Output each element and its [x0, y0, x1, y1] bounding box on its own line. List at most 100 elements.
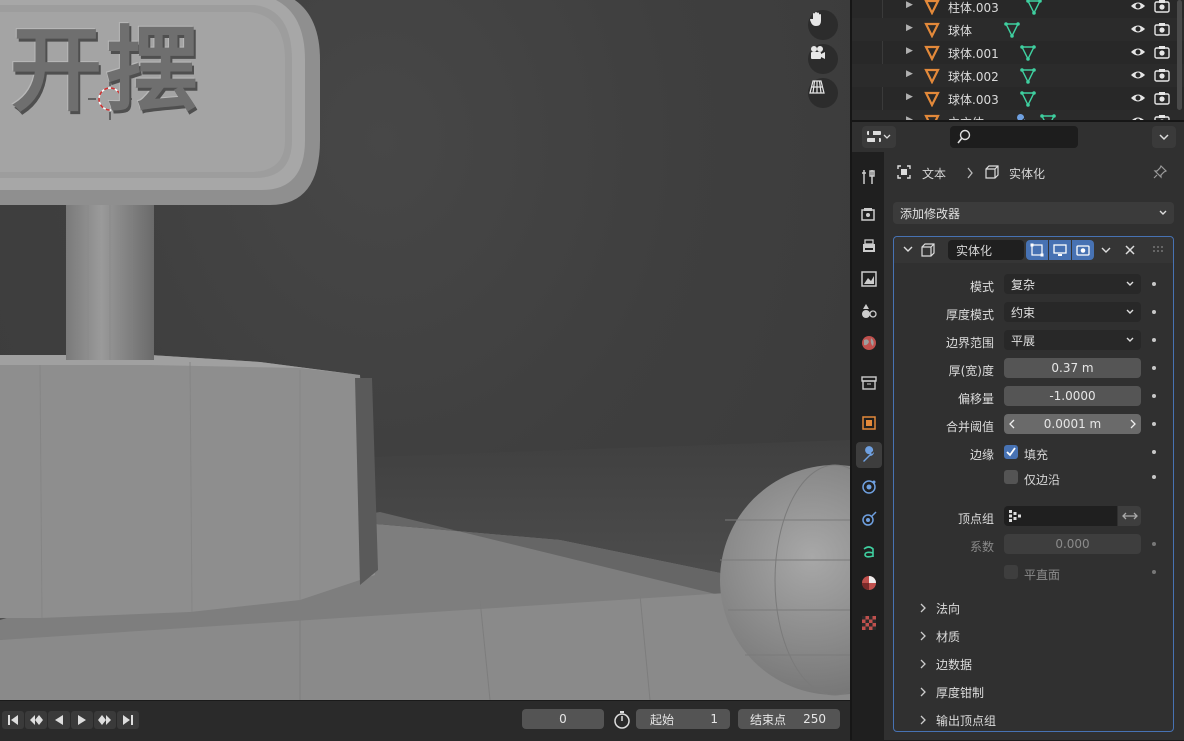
current-frame-field[interactable]: 0	[522, 709, 604, 729]
viewport-display-toggle[interactable]	[1049, 240, 1071, 260]
outliner-row[interactable]: ▶立方体	[852, 110, 1184, 120]
merge-threshold-field[interactable]: 0.0001 m	[1004, 414, 1141, 434]
increment-arrow-icon[interactable]	[1129, 419, 1137, 429]
keyframe-dot[interactable]	[1152, 366, 1156, 370]
subpanel-header[interactable]: 厚度钳制	[918, 682, 984, 702]
outliner-row[interactable]: ▶ 球体.003	[852, 87, 1184, 110]
rim-only-checkbox[interactable]	[1004, 470, 1018, 484]
options-dropdown-button[interactable]	[1152, 126, 1176, 148]
render-toggle[interactable]	[1072, 240, 1094, 260]
collapse-chevron-icon[interactable]	[902, 245, 914, 255]
add-modifier-dropdown[interactable]: 添加修改器	[893, 202, 1174, 224]
expand-arrow-icon[interactable]: ▶	[906, 0, 913, 10]
vertex-group-input[interactable]	[1004, 506, 1117, 526]
keyframe-dot[interactable]	[1152, 422, 1156, 426]
tab-modifiers[interactable]	[856, 442, 882, 468]
eye-icon[interactable]	[1130, 22, 1146, 36]
tab-material[interactable]	[856, 570, 882, 596]
tab-view-layer[interactable]	[856, 266, 882, 292]
mesh-data-icon[interactable]	[1020, 67, 1036, 85]
keyframe-dot[interactable]	[1152, 310, 1156, 314]
subpanel-header[interactable]: 法向	[918, 598, 960, 618]
mesh-data-icon[interactable]	[1020, 90, 1036, 108]
close-icon[interactable]	[1124, 244, 1136, 256]
eye-icon[interactable]	[1130, 45, 1146, 59]
modifier-name-input[interactable]: 实体化	[948, 240, 1024, 260]
outliner-row[interactable]: ▶ 球体.001	[852, 41, 1184, 64]
keyframe-dot[interactable]	[1152, 394, 1156, 398]
subpanel-header[interactable]: 边数据	[918, 654, 972, 674]
edit-mode-toggle[interactable]	[1026, 240, 1048, 260]
factor-field[interactable]: 0.000	[1004, 534, 1141, 554]
perspective-toggle-button[interactable]	[808, 78, 838, 108]
drag-handle-icon[interactable]	[1152, 245, 1164, 253]
jump-end-button[interactable]	[117, 711, 139, 729]
tab-scene[interactable]	[856, 298, 882, 324]
pin-icon[interactable]	[1152, 164, 1168, 180]
thickness-field[interactable]: 0.37 m	[1004, 358, 1141, 378]
eye-icon[interactable]	[1130, 68, 1146, 82]
thickness-mode-dropdown[interactable]: 约束	[1004, 302, 1141, 322]
expand-arrow-icon[interactable]: ▶	[906, 92, 913, 102]
mesh-data-icon[interactable]	[1040, 113, 1056, 120]
keyframe-dot[interactable]	[1152, 570, 1156, 574]
chevron-down-icon[interactable]	[1100, 246, 1112, 256]
end-frame-field[interactable]: 结束点 250	[738, 709, 840, 729]
camera-view-button[interactable]	[808, 44, 838, 74]
invert-vertex-group-toggle[interactable]	[1118, 506, 1141, 526]
offset-field[interactable]: -1.0000	[1004, 386, 1141, 406]
tab-texture[interactable]	[856, 610, 882, 636]
keyframe-dot[interactable]	[1152, 450, 1156, 454]
thickness-mode-value: 约束	[1011, 305, 1036, 320]
camera-icon[interactable]	[1154, 0, 1170, 13]
tab-object[interactable]	[856, 410, 882, 436]
next-keyframe-button[interactable]	[94, 711, 116, 729]
camera-icon[interactable]	[1154, 22, 1170, 36]
play-button[interactable]	[71, 711, 93, 729]
tab-world[interactable]	[856, 330, 882, 356]
subpanel-header[interactable]: 材质	[918, 626, 960, 646]
tab-physics[interactable]	[856, 506, 882, 532]
tab-collection[interactable]	[856, 370, 882, 396]
properties-search-input[interactable]	[950, 126, 1078, 148]
tab-particles[interactable]	[856, 474, 882, 500]
pan-view-button[interactable]	[808, 10, 838, 40]
jump-start-button[interactable]	[2, 711, 24, 729]
outliner-row[interactable]: ▶ 球体.002	[852, 64, 1184, 87]
mode-dropdown[interactable]: 复杂	[1004, 274, 1141, 294]
start-frame-field[interactable]: 起始 1	[636, 709, 730, 729]
eye-icon[interactable]	[1130, 0, 1146, 13]
eye-icon[interactable]	[1130, 91, 1146, 105]
keyframe-dot[interactable]	[1152, 282, 1156, 286]
keyframe-dot[interactable]	[1152, 475, 1156, 479]
camera-icon[interactable]	[1154, 45, 1170, 59]
outliner-row[interactable]: ▶ 球体	[852, 18, 1184, 41]
tab-output[interactable]	[856, 234, 882, 260]
decrement-arrow-icon[interactable]	[1008, 419, 1016, 429]
expand-arrow-icon[interactable]: ▶	[906, 23, 913, 33]
fill-rim-checkbox[interactable]	[1004, 445, 1018, 459]
tab-object-data[interactable]	[856, 538, 882, 564]
mesh-data-icon[interactable]	[1026, 0, 1042, 16]
flat-faces-checkbox[interactable]	[1004, 565, 1018, 579]
subpanel-label: 法向	[936, 601, 961, 616]
auto-keying-button[interactable]	[612, 710, 632, 733]
keyframe-dot[interactable]	[1152, 542, 1156, 546]
camera-icon[interactable]	[1154, 91, 1170, 105]
outliner-scrollbar[interactable]	[1177, 0, 1182, 110]
mesh-data-icon[interactable]	[1020, 44, 1036, 62]
camera-icon[interactable]	[1154, 68, 1170, 82]
prev-keyframe-button[interactable]	[25, 711, 47, 729]
mesh-data-icon[interactable]	[1004, 21, 1020, 39]
subpanel-header[interactable]: 输出顶点组	[918, 710, 996, 730]
outliner-row[interactable]: ▶ 柱体.003	[852, 0, 1184, 18]
editor-type-button[interactable]	[862, 126, 896, 148]
keyframe-dot[interactable]	[1152, 338, 1156, 342]
expand-arrow-icon[interactable]: ▶	[906, 69, 913, 79]
boundary-dropdown[interactable]: 平展	[1004, 330, 1141, 350]
play-reverse-button[interactable]	[48, 711, 70, 729]
tab-render[interactable]	[856, 202, 882, 228]
3d-viewport[interactable]: 开摆	[0, 0, 850, 700]
tab-tool[interactable]	[856, 164, 882, 190]
expand-arrow-icon[interactable]: ▶	[906, 46, 913, 56]
